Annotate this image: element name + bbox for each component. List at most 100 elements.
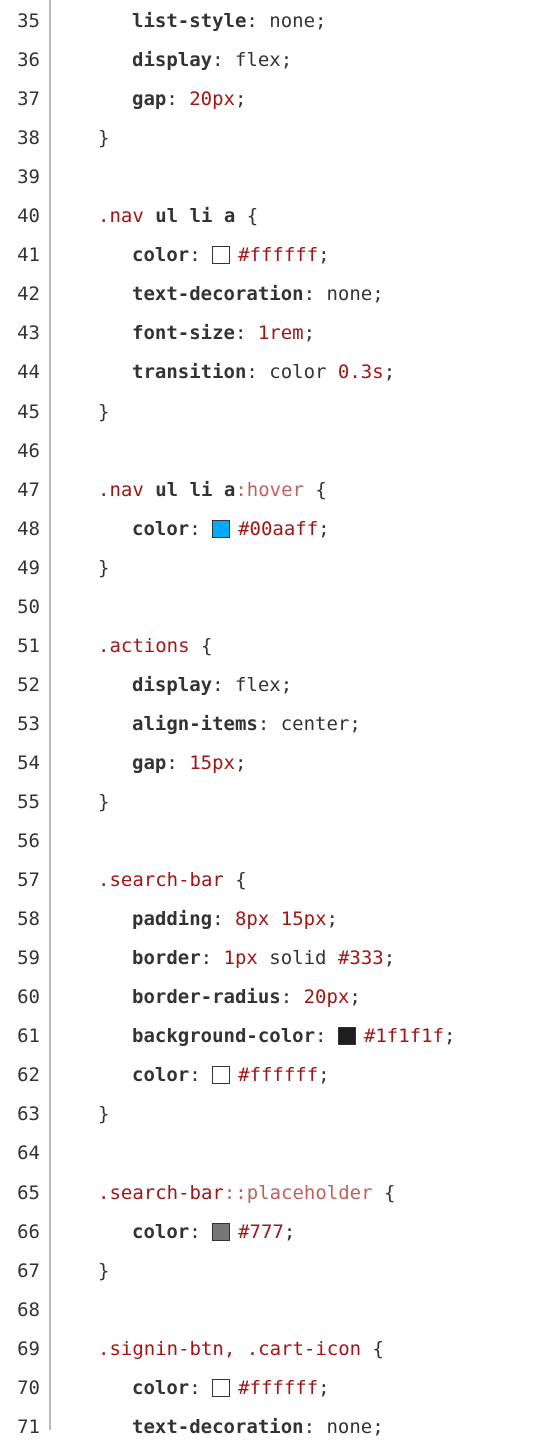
line-number: 53 xyxy=(17,712,40,735)
code-line: 57 .search-bar { xyxy=(0,861,553,900)
colon: : xyxy=(246,361,270,384)
semicolon: ; xyxy=(303,322,316,345)
closing-brace: } xyxy=(98,400,110,423)
selector-token: .nav xyxy=(98,205,156,228)
colon: : xyxy=(257,712,281,735)
semicolon: ; xyxy=(372,1415,384,1438)
code-line: 39 xyxy=(0,158,553,197)
code-text: } xyxy=(68,119,109,158)
code-line: 64 xyxy=(0,1134,553,1173)
code-line: 44 transition: color 0.3s; xyxy=(0,353,553,392)
selector-token: { xyxy=(361,1337,384,1360)
line-number: 71 xyxy=(17,1415,40,1438)
line-number: 46 xyxy=(17,439,40,462)
property-name: display xyxy=(132,49,213,72)
value-token xyxy=(269,908,280,930)
code-line: 56 xyxy=(0,822,553,861)
closing-brace: } xyxy=(98,791,110,813)
selector-token: li xyxy=(189,478,213,501)
property-name: background-color xyxy=(132,1025,316,1048)
line-number: 69 xyxy=(17,1337,40,1360)
property-value: #1f1f1f xyxy=(363,1025,444,1048)
colon: : xyxy=(303,283,327,306)
semicolon: ; xyxy=(315,10,327,32)
line-number: 38 xyxy=(17,127,40,150)
selector-token xyxy=(178,479,189,501)
property-name: color xyxy=(132,244,190,267)
color-swatch-icon[interactable] xyxy=(212,246,231,265)
selector-token xyxy=(212,205,223,227)
code-line: 59 border: 1px solid #333; xyxy=(0,939,553,978)
selector-token xyxy=(212,479,223,501)
line-number: 59 xyxy=(17,947,40,970)
selector-token: a xyxy=(223,478,236,501)
line-number: 42 xyxy=(17,283,40,306)
colon: : xyxy=(234,322,258,345)
colon: : xyxy=(200,947,224,970)
property-name: font-size xyxy=(132,322,235,345)
colon: : xyxy=(303,1415,327,1438)
color-swatch-icon[interactable] xyxy=(212,1066,231,1085)
selector-token: .search-bar xyxy=(98,1181,224,1204)
code-line: 36 display: flex; xyxy=(0,41,553,80)
color-swatch-icon[interactable] xyxy=(212,1222,231,1241)
value-token: 1px xyxy=(223,947,258,970)
line-number: 43 xyxy=(17,322,40,345)
property-name: color xyxy=(132,1064,190,1087)
line-number: 35 xyxy=(17,10,40,32)
value-token: #333 xyxy=(337,947,384,970)
code-editor[interactable]: 35 list-style: none; 36 display: flex; 37 gap… xyxy=(0,0,553,1438)
line-number: 70 xyxy=(17,1376,40,1399)
line-number: 54 xyxy=(17,751,40,774)
code-line: 45} xyxy=(0,393,553,432)
colon: : xyxy=(189,1064,213,1087)
code-line: 60 border-radius: 20px; xyxy=(0,978,553,1017)
line-number: 63 xyxy=(17,1103,40,1126)
property-value: 15px xyxy=(189,751,235,774)
property-name: border xyxy=(132,947,201,970)
color-swatch-icon[interactable] xyxy=(212,1378,231,1397)
line-number: 52 xyxy=(17,673,40,696)
property-name: color xyxy=(132,517,190,540)
line-number: 39 xyxy=(17,166,40,189)
colon: : xyxy=(166,751,190,774)
property-value: 1rem xyxy=(257,322,304,345)
code-text: .nav ul li a:hover { xyxy=(68,471,327,510)
code-line: 47 .nav ul li a:hover { xyxy=(0,471,553,510)
code-text: background-color: #1f1f1f; xyxy=(68,1017,455,1056)
semicolon: ; xyxy=(318,244,330,267)
colon: : xyxy=(212,673,235,696)
code-text: gap: 15px; xyxy=(68,744,246,783)
code-line: 40 .nav ul li a { xyxy=(0,197,553,236)
property-value: none xyxy=(326,283,373,306)
code-line: 69 .signin-btn, .cart-icon { xyxy=(0,1330,553,1369)
line-number: 57 xyxy=(17,869,40,892)
code-text: .search-bar::placeholder { xyxy=(68,1174,395,1213)
closing-brace: } xyxy=(98,127,110,150)
line-number: 61 xyxy=(17,1025,40,1048)
code-text: transition: color 0.3s; xyxy=(68,353,395,392)
selector-token: .actions xyxy=(98,634,190,657)
color-swatch-icon[interactable] xyxy=(337,1027,356,1046)
color-swatch-icon[interactable] xyxy=(212,519,231,538)
property-value: none xyxy=(326,1415,373,1438)
code-line: 38} xyxy=(0,119,553,158)
code-line: 68 xyxy=(0,1291,553,1330)
semicolon: ; xyxy=(318,517,330,540)
selector-token: ul xyxy=(155,478,179,501)
selector-token: { xyxy=(189,634,213,657)
colon: : xyxy=(212,908,235,931)
semicolon: ; xyxy=(280,673,293,696)
colon: : xyxy=(189,517,213,540)
colon: : xyxy=(315,1025,338,1048)
semicolon: ; xyxy=(280,49,293,72)
semicolon: ; xyxy=(372,283,384,306)
colon: : xyxy=(189,244,213,267)
code-text: text-decoration: none; xyxy=(68,1408,384,1447)
property-name: text-decoration xyxy=(132,1415,304,1438)
closing-brace: } xyxy=(98,1103,110,1126)
line-number: 49 xyxy=(17,556,40,579)
selector-token: ul xyxy=(155,205,179,228)
code-text: align-items: center; xyxy=(68,705,361,744)
selector-token: { xyxy=(372,1181,396,1204)
